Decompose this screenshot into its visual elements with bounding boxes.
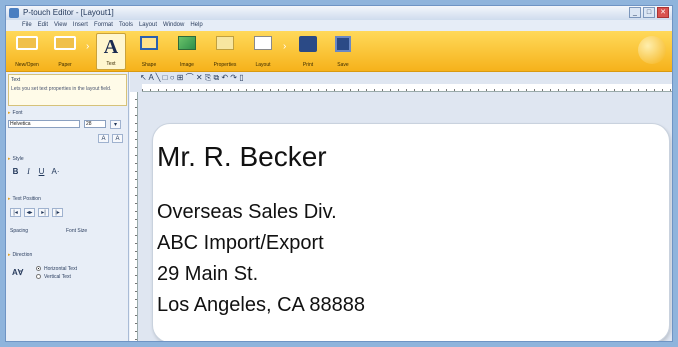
save-icon [335, 36, 351, 52]
menu-edit[interactable]: Edit [38, 20, 48, 31]
minimize-button[interactable]: _ [629, 7, 641, 18]
ribbon-label: Paper [58, 62, 72, 68]
style-section-title: Style [8, 156, 24, 162]
shape-button[interactable]: Shape [132, 33, 166, 70]
align-center-button[interactable]: ◂▸ [24, 208, 35, 217]
label-layout[interactable]: Mr. R. Becker Overseas Sales Div. ABC Im… [152, 123, 670, 341]
image-icon [178, 36, 196, 50]
horizontal-text-radio[interactable] [36, 266, 41, 271]
font-size-select[interactable]: 28 [84, 120, 106, 128]
align-right-button[interactable]: ▸| [38, 208, 49, 217]
menu-insert[interactable]: Insert [73, 20, 88, 31]
tip-box: Text Lets you set text properties in the… [8, 74, 127, 106]
font-name-select[interactable]: Helvetica [8, 120, 80, 128]
vertical-ruler [130, 92, 138, 341]
window-controls: _ □ ✕ [629, 7, 669, 18]
font-options-button[interactable]: ▾ [110, 120, 121, 129]
properties-sidebar: Text Lets you set text properties in the… [6, 72, 129, 341]
print-icon [299, 36, 317, 52]
title-bar: P-touch Editor - [Layout1] _ □ ✕ [6, 6, 672, 20]
align-left-button[interactable]: |◂ [10, 208, 21, 217]
layout-canvas-area: ↖ A ╲ □ ○ ⊞ ⌒ ✕ ⎘ ⧉ ↶ ↷ ▯ Mr. R. Becker … [130, 72, 672, 341]
image-button[interactable]: Image [170, 33, 204, 70]
app-window: P-touch Editor - [Layout1] _ □ ✕ File Ed… [5, 5, 673, 342]
ribbon-label: New/Open [15, 62, 39, 68]
address-line-4[interactable]: Los Angeles, CA 88888 [157, 294, 365, 317]
address-line-1[interactable]: Overseas Sales Div. [157, 201, 337, 224]
ribbon-label: Text [106, 61, 116, 67]
brand-orb-icon [638, 36, 666, 64]
ribbon-label: Image [180, 62, 194, 68]
maximize-button[interactable]: □ [643, 7, 655, 18]
shape-icon [140, 36, 158, 50]
window-title: P-touch Editor - [Layout1] [23, 8, 114, 17]
shrink-font-button[interactable]: A [112, 134, 123, 143]
direction-icon: A∀ [12, 268, 24, 277]
more-styles-icon[interactable]: A· [50, 166, 61, 177]
tip-text: Lets you set text properties in the layo… [11, 86, 112, 92]
ribbon-label: Save [337, 62, 349, 68]
menu-tools[interactable]: Tools [119, 20, 133, 31]
horizontal-text-label: Horizontal Text [44, 266, 77, 272]
app-icon [9, 8, 19, 18]
menu-view[interactable]: View [54, 20, 67, 31]
ribbon-toolbar: New/Open Paper › A Text Shape Image Prop… [6, 31, 672, 72]
drawing-toolbar[interactable]: ↖ A ╲ □ ○ ⊞ ⌒ ✕ ⎘ ⧉ ↶ ↷ ▯ [140, 73, 244, 83]
properties-button[interactable]: Properties [208, 33, 242, 70]
chevron-right-icon: › [86, 41, 90, 52]
address-line-2[interactable]: ABC Import/Export [157, 232, 324, 255]
grow-font-button[interactable]: A [98, 134, 109, 143]
text-a-icon: A [103, 36, 119, 58]
italic-button[interactable]: I [23, 166, 34, 177]
spacing-label: Spacing [10, 228, 29, 234]
ribbon-label: Layout [255, 62, 271, 68]
menu-help[interactable]: Help [190, 20, 202, 31]
address-line-3[interactable]: 29 Main St. [157, 263, 258, 286]
menu-format[interactable]: Format [94, 20, 113, 31]
new-open-button[interactable]: New/Open [10, 33, 44, 70]
menu-file[interactable]: File [22, 20, 32, 31]
layout-button[interactable]: Layout [246, 33, 280, 70]
direction-section-title: Direction [8, 252, 33, 258]
text-position-section-title: Text Position [8, 196, 41, 202]
menu-bar: File Edit View Insert Format Tools Layou… [6, 20, 672, 31]
frame-icon [54, 36, 76, 50]
save-button[interactable]: Save [328, 33, 358, 70]
menu-layout[interactable]: Layout [139, 20, 157, 31]
ribbon-label: Properties [213, 62, 237, 68]
vertical-text-label: Vertical Text [44, 274, 71, 280]
ribbon-label: Print [302, 62, 314, 68]
underline-button[interactable]: U [36, 166, 47, 177]
bold-button[interactable]: B [10, 166, 21, 177]
layout-icon [254, 36, 272, 50]
align-justify-button[interactable]: |▸ [52, 208, 63, 217]
paper-button[interactable]: Paper [48, 33, 82, 70]
chevron-right-icon: › [283, 41, 287, 52]
ribbon-logo [634, 33, 670, 70]
font-size-fit-label: Font Size [66, 228, 88, 234]
recipient-name-text[interactable]: Mr. R. Becker [157, 141, 327, 173]
frame-icon [16, 36, 38, 50]
vertical-text-radio[interactable] [36, 274, 41, 279]
tip-title: Text [11, 77, 21, 83]
menu-window[interactable]: Window [163, 20, 184, 31]
font-section-title: Font [8, 110, 23, 116]
close-button[interactable]: ✕ [657, 7, 669, 18]
horizontal-ruler [142, 84, 672, 92]
ribbon-label: Shape [141, 62, 157, 68]
text-button[interactable]: A Text [96, 33, 126, 70]
pen-icon [216, 36, 234, 50]
print-button[interactable]: Print [293, 33, 323, 70]
